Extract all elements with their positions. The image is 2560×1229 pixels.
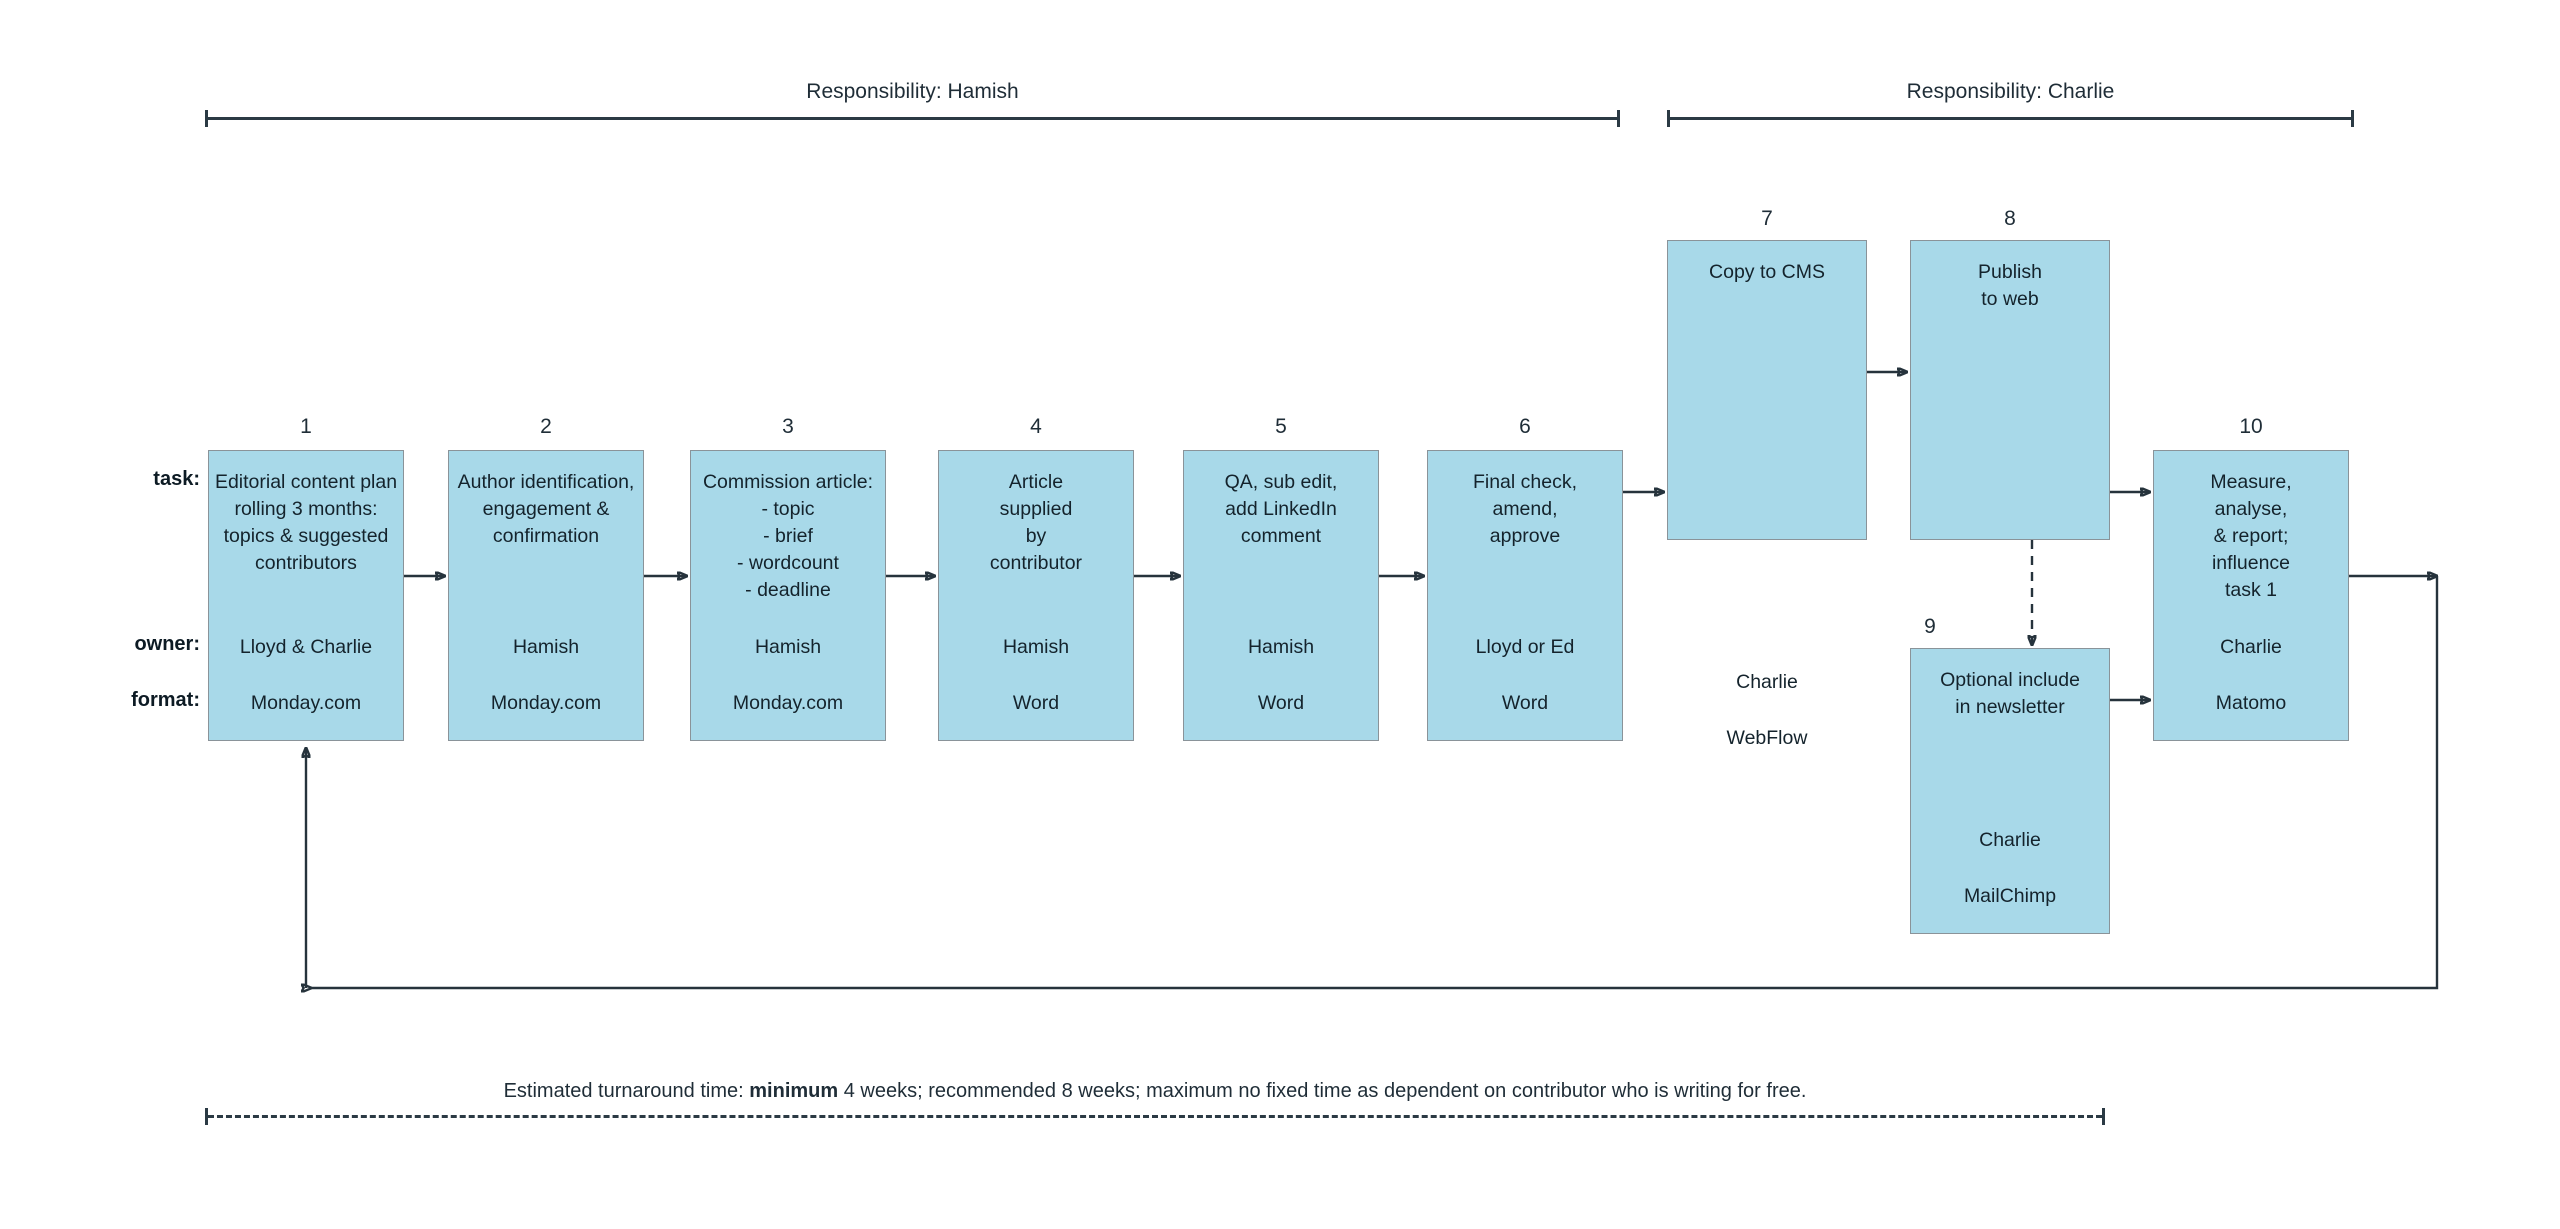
- turnaround-time-bracket: [205, 1108, 2105, 1125]
- dash-bracket-bar: [208, 1115, 2102, 1118]
- turnaround-suffix: 4 weeks; recommended 8 weeks; maximum no…: [838, 1080, 1807, 1102]
- turnaround-emphasis: minimum: [749, 1080, 839, 1102]
- estimated-turnaround-note: Estimated turnaround time: minimum 4 wee…: [205, 1080, 2105, 1103]
- turnaround-prefix: Estimated turnaround time:: [503, 1080, 750, 1102]
- workflow-diagram: Responsibility: Hamish Responsibility: C…: [0, 0, 2560, 1229]
- connector-layer: [0, 0, 2439, 1229]
- dash-bracket-cap-right: [2102, 1108, 2105, 1125]
- dash-bracket-cap-left: [205, 1108, 208, 1125]
- feedback-loop-10-to-1-path: [311, 576, 2439, 988]
